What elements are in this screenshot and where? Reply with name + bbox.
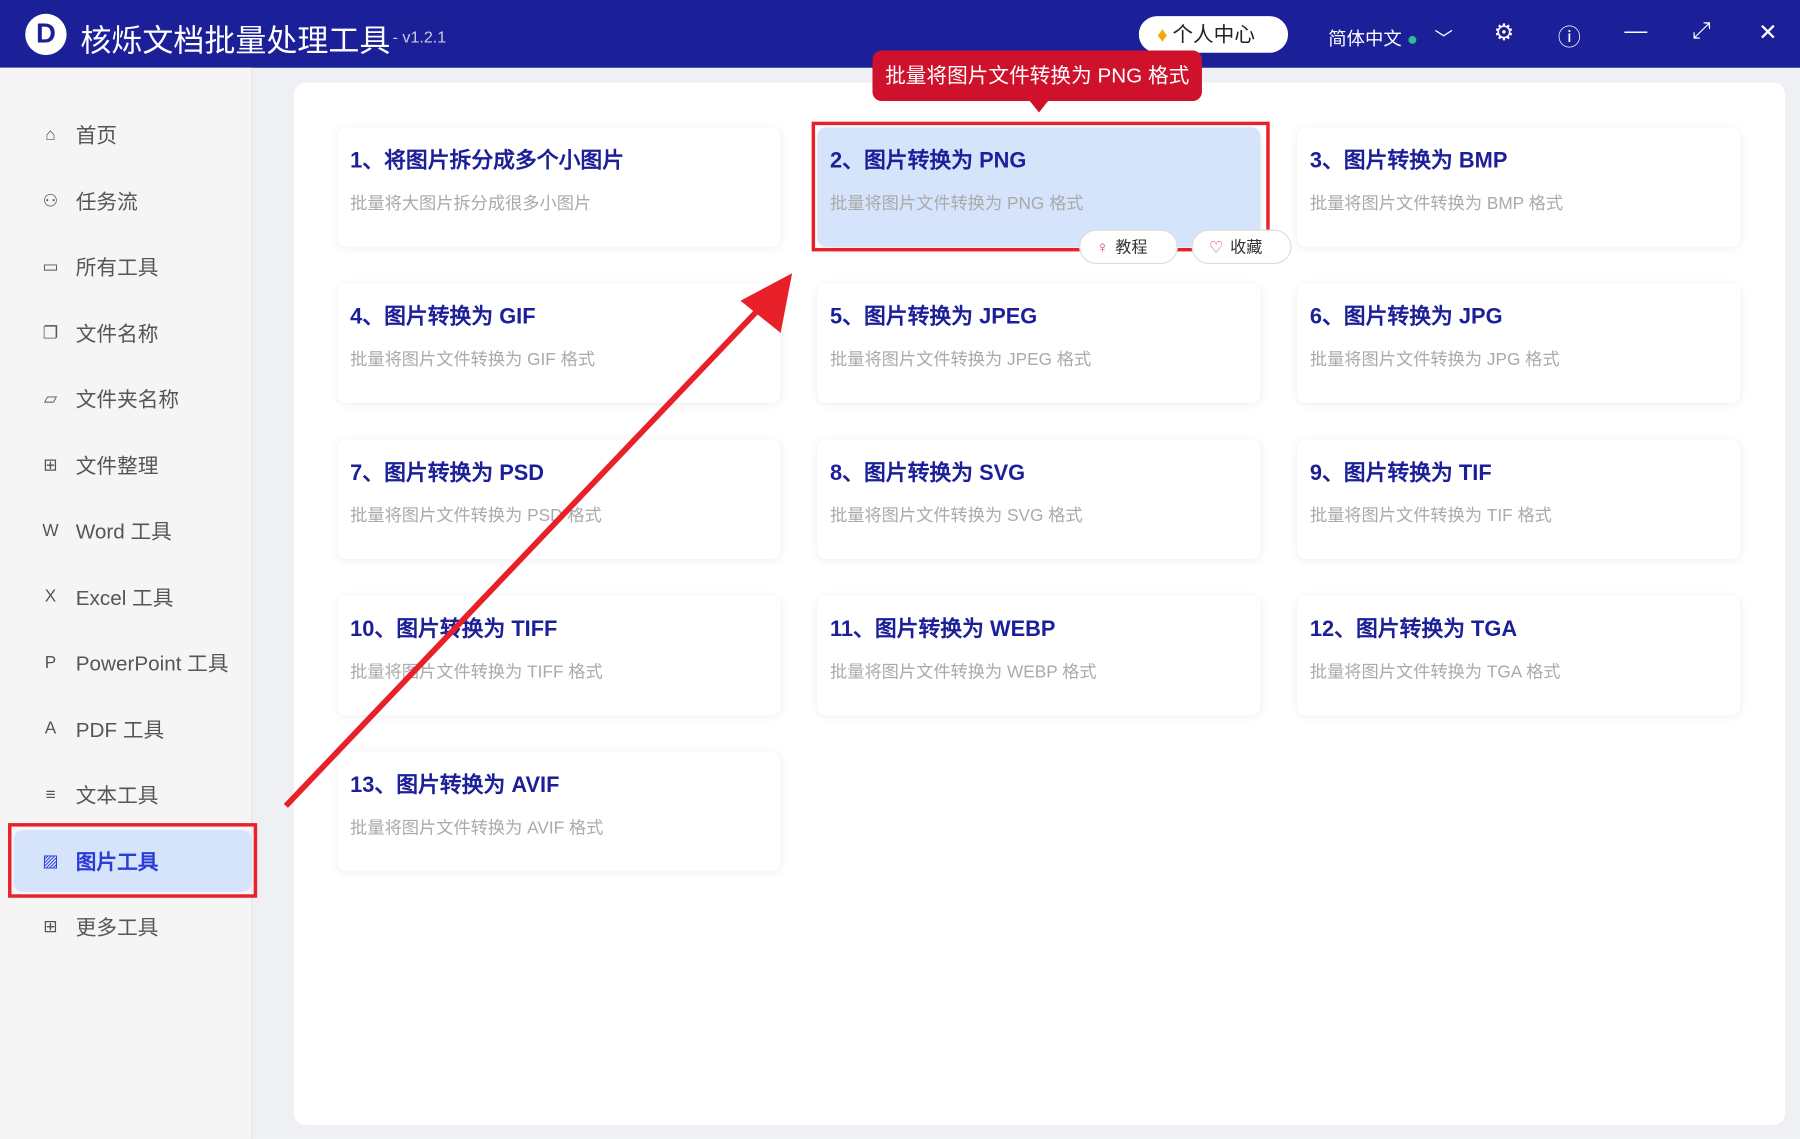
gear-icon[interactable]: ⚙ [1487, 18, 1521, 47]
maximize-icon[interactable]: ⤢ [1684, 18, 1718, 44]
sidebar-item-label: 文件名称 [76, 317, 159, 347]
tool-card[interactable]: 11、图片转换为 WEBP 批量将图片文件转换为 WEBP 格式 [817, 596, 1260, 715]
sidebar-item-label: 所有工具 [76, 251, 159, 281]
sidebar-item-label: PowerPoint 工具 [76, 647, 229, 677]
tool-card-desc: 批量将大图片拆分成很多小图片 [350, 191, 591, 215]
tool-card-desc: 批量将图片文件转换为 JPEG 格式 [830, 347, 1091, 371]
language-label: 简体中文 [1328, 30, 1401, 50]
gem-icon: ♦ [1157, 23, 1168, 46]
word-icon: W [39, 521, 62, 541]
sidebar-item-8[interactable]: P PowerPoint 工具 [14, 631, 252, 693]
tool-card[interactable]: 5、图片转换为 JPEG 批量将图片文件转换为 JPEG 格式 [817, 284, 1260, 403]
tool-card-title: 13、图片转换为 AVIF [350, 768, 559, 799]
sidebar-item-label: 任务流 [76, 185, 138, 215]
tool-card-title: 5、图片转换为 JPEG [830, 300, 1037, 331]
app-title: 核烁文档批量处理工具 [80, 16, 390, 61]
tool-card-title: 11、图片转换为 WEBP [830, 612, 1055, 643]
tooltip: 批量将图片文件转换为 PNG 格式 [872, 51, 1201, 102]
annotation-box-sidebar [8, 823, 257, 898]
sidebar-item-label: 首页 [76, 119, 117, 149]
tool-card-title: 12、图片转换为 TGA [1310, 612, 1517, 643]
tool-card[interactable]: 13、图片转换为 AVIF 批量将图片文件转换为 AVIF 格式 [338, 752, 781, 871]
tool-card-title: 8、图片转换为 SVG [830, 456, 1025, 487]
pdf-icon: A [39, 719, 62, 739]
folder-icon: ▱ [39, 388, 62, 409]
favorite-button[interactable]: ♡ 收藏 [1192, 230, 1292, 264]
sidebar-item-label: 更多工具 [76, 912, 159, 942]
tool-card-title: 9、图片转换为 TIF [1310, 456, 1492, 487]
sidebar-item-label: 文件夹名称 [76, 383, 179, 413]
sidebar-item-label: Excel 工具 [76, 581, 174, 611]
tool-card-title: 7、图片转换为 PSD [350, 456, 544, 487]
close-icon[interactable]: ✕ [1751, 18, 1785, 47]
heart-icon: ♡ [1209, 238, 1223, 256]
text-icon: ≡ [39, 785, 62, 805]
app-window: D 核烁文档批量处理工具 - v1.2.1 ♦个人中心 简体中文 ● ﹀ ⚙ ⓘ… [0, 0, 1800, 1139]
bulb-icon: ♀ [1096, 238, 1108, 256]
sidebar-item-9[interactable]: A PDF 工具 [14, 697, 252, 759]
app-version: - v1.2.1 [393, 28, 447, 46]
sidebar-item-5[interactable]: ⊞ 文件整理 [14, 433, 252, 495]
tool-card-title: 4、图片转换为 GIF [350, 300, 535, 331]
organize-icon: ⊞ [39, 454, 62, 475]
sidebar-item-10[interactable]: ≡ 文本工具 [14, 763, 252, 825]
help-icon[interactable]: ⓘ [1552, 18, 1586, 51]
tutorial-button[interactable]: ♀ 教程 [1079, 230, 1178, 264]
tool-card-desc: 批量将图片文件转换为 TIF 格式 [1310, 503, 1552, 527]
sidebar: ⌂ 首页 ⚇ 任务流 ▭ 所有工具 ❐ 文件名称 ▱ 文件夹名称 ⊞ 文件整理 W Word 工具 X Exc… [0, 68, 253, 1139]
globe-icon: ● [1407, 30, 1418, 50]
sidebar-item-1[interactable]: ⚇ 任务流 [14, 169, 252, 231]
tool-card[interactable]: 8、图片转换为 SVG 批量将图片文件转换为 SVG 格式 [817, 440, 1260, 559]
excel-icon: X [39, 587, 62, 607]
tool-card-desc: 批量将图片文件转换为 GIF 格式 [350, 347, 595, 371]
ppt-icon: P [39, 653, 62, 673]
tutorial-label: 教程 [1115, 238, 1147, 256]
sidebar-item-3[interactable]: ❐ 文件名称 [14, 301, 252, 363]
tool-card-desc: 批量将图片文件转换为 TGA 格式 [1310, 659, 1561, 683]
tool-card-desc: 批量将图片文件转换为 JPG 格式 [1310, 347, 1560, 371]
sidebar-item-0[interactable]: ⌂ 首页 [14, 103, 252, 165]
tool-card[interactable]: 6、图片转换为 JPG 批量将图片文件转换为 JPG 格式 [1297, 284, 1740, 403]
tool-card-desc: 批量将图片文件转换为 TIFF 格式 [350, 659, 603, 683]
user-center-label: 个人中心 [1172, 23, 1255, 46]
tool-card[interactable]: 7、图片转换为 PSD 批量将图片文件转换为 PSD 格式 [338, 440, 781, 559]
sidebar-item-4[interactable]: ▱ 文件夹名称 [14, 367, 252, 429]
tool-card-title: 3、图片转换为 BMP [1310, 144, 1508, 175]
sidebar-item-6[interactable]: W Word 工具 [14, 499, 252, 561]
tool-card-desc: 批量将图片文件转换为 SVG 格式 [830, 503, 1083, 527]
tool-card[interactable]: 10、图片转换为 TIFF 批量将图片文件转换为 TIFF 格式 [338, 596, 781, 715]
tool-card-desc: 批量将图片文件转换为 WEBP 格式 [830, 659, 1097, 683]
tool-card-title: 6、图片转换为 JPG [1310, 300, 1503, 331]
sidebar-item-12[interactable]: ⊞ 更多工具 [14, 895, 252, 957]
sidebar-item-2[interactable]: ▭ 所有工具 [14, 235, 252, 297]
tool-card-desc: 批量将图片文件转换为 BMP 格式 [1310, 191, 1563, 215]
tool-card[interactable]: 1、将图片拆分成多个小图片批量将大图片拆分成很多小图片 [338, 127, 781, 246]
minimize-icon[interactable]: — [1619, 18, 1653, 44]
user-center-button[interactable]: ♦个人中心 [1139, 16, 1288, 53]
chevron-down-icon: ﹀ [1435, 30, 1453, 50]
home-icon: ⌂ [39, 125, 62, 145]
file-copy-icon: ❐ [39, 322, 62, 343]
grid-icon: ⊞ [39, 916, 62, 937]
tool-card[interactable]: 3、图片转换为 BMP 批量将图片文件转换为 BMP 格式 [1297, 127, 1740, 246]
tool-card-desc: 批量将图片文件转换为 AVIF 格式 [350, 815, 603, 839]
sidebar-item-label: Word 工具 [76, 515, 172, 545]
tool-card[interactable]: 12、图片转换为 TGA 批量将图片文件转换为 TGA 格式 [1297, 596, 1740, 715]
workflow-icon: ⚇ [39, 190, 62, 211]
tool-card-desc: 批量将图片文件转换为 PSD 格式 [350, 503, 602, 527]
tool-card-title: 10、图片转换为 TIFF [350, 612, 557, 643]
sidebar-item-label: 文件整理 [76, 449, 159, 479]
tool-card[interactable]: 9、图片转换为 TIF 批量将图片文件转换为 TIF 格式 [1297, 440, 1740, 559]
tool-card-title: 1、将图片拆分成多个小图片 [350, 144, 624, 175]
monitor-icon: ▭ [39, 256, 62, 277]
favorite-label: 收藏 [1230, 238, 1262, 256]
sidebar-item-label: PDF 工具 [76, 713, 164, 743]
tool-card[interactable]: 4、图片转换为 GIF 批量将图片文件转换为 GIF 格式 [338, 284, 781, 403]
sidebar-item-label: 文本工具 [76, 779, 159, 809]
sidebar-item-7[interactable]: X Excel 工具 [14, 565, 252, 627]
language-select[interactable]: 简体中文 ● ﹀ [1328, 23, 1453, 51]
app-logo: D [25, 14, 66, 55]
